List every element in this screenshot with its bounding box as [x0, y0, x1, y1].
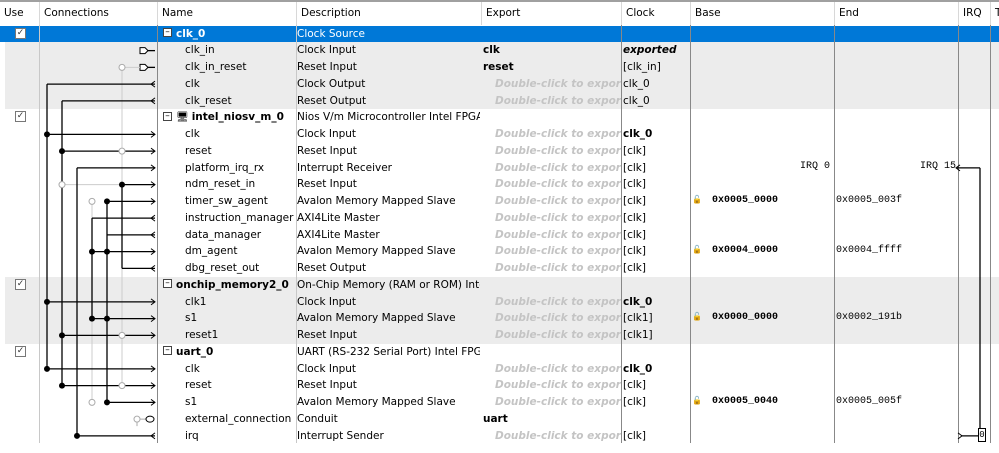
connection-dot — [44, 365, 50, 372]
export-port-icon — [139, 47, 149, 55]
connection-dot — [44, 131, 50, 138]
connection-dot — [59, 148, 65, 155]
irq-number-box[interactable]: 0 — [978, 428, 986, 442]
open-connection-icon — [88, 398, 96, 406]
open-connection-icon — [118, 63, 126, 71]
open-connection-icon — [118, 382, 126, 390]
connection-dot — [89, 248, 95, 255]
irq-start-label: IRQ 0 — [800, 161, 831, 172]
conduit-icon — [145, 415, 155, 423]
open-connection-icon — [133, 415, 141, 423]
connection-dot — [44, 298, 50, 305]
connection-dot — [59, 382, 65, 389]
open-connection-icon — [58, 181, 66, 189]
open-connection-icon — [88, 197, 96, 205]
connection-dot — [59, 332, 65, 339]
connection-dot — [119, 181, 125, 188]
irq-end-label: IRQ 15 — [920, 161, 957, 172]
open-connection-icon — [118, 147, 126, 155]
connection-dot — [89, 315, 95, 322]
connection-dot — [74, 432, 80, 439]
export-port-icon — [139, 63, 149, 71]
connection-dot — [104, 248, 110, 255]
connections-graph[interactable] — [0, 0, 999, 453]
open-connection-icon — [118, 331, 126, 339]
connection-dot — [104, 198, 110, 205]
connection-dot — [104, 399, 110, 406]
connection-dot — [104, 315, 110, 322]
